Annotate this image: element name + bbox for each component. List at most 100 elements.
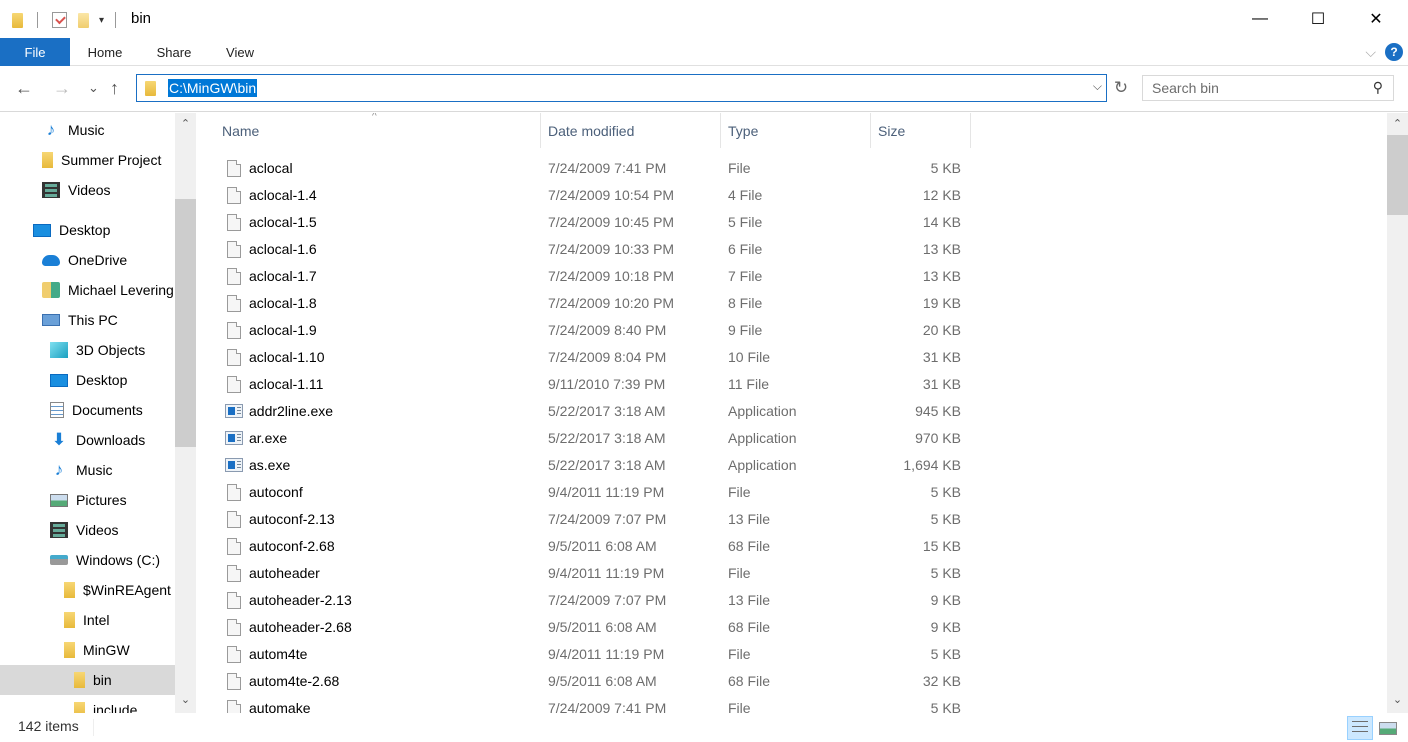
sidebar-item-summer-project[interactable]: Summer Project [0, 145, 175, 175]
column-header-type[interactable]: Type [721, 113, 871, 148]
file-icon [227, 673, 241, 690]
address-dropdown-icon[interactable]: ⌵ [1093, 79, 1102, 94]
file-row[interactable]: aclocal 7/24/2009 7:41 PM File 5 KB [196, 155, 976, 182]
sidebar-item-mingw[interactable]: MinGW [0, 635, 175, 665]
pictures-icon [50, 493, 68, 507]
sidebar-item-onedrive[interactable]: OneDrive [0, 245, 175, 275]
sidebar-item-windows-c[interactable]: Windows (C:) [0, 545, 175, 575]
file-row[interactable]: autom4te-2.68 9/5/2011 6:08 AM 68 File 32 K… [196, 668, 976, 695]
file-icon [227, 376, 241, 393]
file-date-modified: 5/22/2017 3:18 AM [548, 403, 666, 419]
file-size: 1,694 KB [903, 457, 961, 473]
maximize-button[interactable]: ☐ [1289, 0, 1347, 38]
back-button[interactable]: ← [15, 78, 33, 99]
file-row[interactable]: aclocal-1.7 7/24/2009 10:18 PM 7 File 13 KB [196, 263, 976, 290]
forward-button[interactable]: → [53, 78, 71, 99]
file-row[interactable]: autoheader 9/4/2011 11:19 PM File 5 KB [196, 560, 976, 587]
tab-view[interactable]: View [218, 38, 262, 66]
sidebar-item-michael-levering[interactable]: Michael Levering [0, 275, 175, 305]
up-button[interactable]: ↑ [110, 78, 119, 99]
file-row[interactable]: aclocal-1.5 7/24/2009 10:45 PM 5 File 14 KB [196, 209, 976, 236]
properties-icon[interactable] [52, 12, 67, 28]
column-header-name[interactable]: Name ^ [196, 113, 541, 148]
sidebar-item-downloads[interactable]: ⬇ Downloads [0, 425, 175, 455]
search-icon[interactable]: ⚲ [1373, 79, 1383, 96]
scrollbar-thumb[interactable] [175, 199, 196, 447]
customize-quick-access-icon[interactable]: ▾ [99, 15, 104, 26]
file-row[interactable]: ar.exe 5/22/2017 3:18 AM Application 970 KB [196, 425, 976, 452]
recent-locations-button[interactable]: ⌄ [88, 80, 99, 96]
sidebar-item-documents[interactable]: Documents [0, 395, 175, 425]
file-row[interactable]: aclocal-1.6 7/24/2009 10:33 PM 6 File 13 KB [196, 236, 976, 263]
file-size: 5 KB [930, 484, 961, 500]
sidebar-item-desktop[interactable]: Desktop [0, 215, 175, 245]
file-size: 5 KB [930, 565, 961, 581]
file-date-modified: 5/22/2017 3:18 AM [548, 457, 666, 473]
sidebar-item-videos[interactable]: Videos [0, 175, 175, 205]
file-date-modified: 7/24/2009 10:45 PM [548, 214, 675, 230]
expand-ribbon-icon[interactable]: ⌵ [1365, 44, 1376, 61]
new-folder-icon[interactable] [78, 12, 89, 28]
column-header-size[interactable]: Size [871, 113, 971, 148]
sidebar-item-music[interactable]: ♪ Music [0, 115, 175, 145]
tab-home[interactable]: Home [80, 38, 130, 66]
sidebar-item-pictures[interactable]: Pictures [0, 485, 175, 515]
file-row[interactable]: addr2line.exe 5/22/2017 3:18 AM Applicatio… [196, 398, 976, 425]
scroll-down-icon[interactable]: ⌄ [175, 693, 196, 706]
minimize-button[interactable]: — [1231, 0, 1289, 38]
file-name: aclocal-1.6 [249, 241, 317, 257]
help-icon[interactable]: ? [1385, 43, 1403, 61]
address-path[interactable]: C:\MinGW\bin [168, 79, 258, 97]
file-row[interactable]: aclocal-1.10 7/24/2009 8:04 PM 10 File 31 K… [196, 344, 976, 371]
file-row[interactable]: aclocal-1.11 9/11/2010 7:39 PM 11 File 31 K… [196, 371, 976, 398]
sidebar-item-this-pc[interactable]: This PC [0, 305, 175, 335]
sidebar-item-3d-objects[interactable]: 3D Objects [0, 335, 175, 365]
scrollbar-thumb[interactable] [1387, 135, 1408, 215]
file-row[interactable]: autoheader-2.13 7/24/2009 7:07 PM 13 File 9… [196, 587, 976, 614]
file-row[interactable]: autoheader-2.68 9/5/2011 6:08 AM 68 File 9 … [196, 614, 976, 641]
sidebar-item-intel[interactable]: Intel [0, 605, 175, 635]
details-view-icon [1352, 721, 1368, 735]
sidebar-item-desktop[interactable]: Desktop [0, 365, 175, 395]
desktop-icon [50, 373, 68, 387]
sidebar-item-winreagent[interactable]: $WinREAgent [0, 575, 175, 605]
file-row[interactable]: autoconf 9/4/2011 11:19 PM File 5 KB [196, 479, 976, 506]
file-row[interactable]: aclocal-1.9 7/24/2009 8:40 PM 9 File 20 KB [196, 317, 976, 344]
file-row[interactable]: autoconf-2.68 9/5/2011 6:08 AM 68 File 15 K… [196, 533, 976, 560]
file-size: 5 KB [930, 700, 961, 713]
tab-share[interactable]: Share [150, 38, 198, 66]
sidebar-item-bin[interactable]: bin [0, 665, 175, 695]
column-header-date[interactable]: Date modified [541, 113, 721, 148]
sidebar-item-music[interactable]: ♪ Music [0, 455, 175, 485]
folder-icon [145, 80, 156, 96]
file-type: 7 File [728, 268, 763, 284]
scroll-up-icon[interactable]: ⌃ [175, 117, 196, 130]
folder-icon [42, 152, 53, 168]
details-view-button[interactable] [1347, 716, 1373, 740]
file-row[interactable]: as.exe 5/22/2017 3:18 AM Application 1,694 … [196, 452, 976, 479]
file-row[interactable]: autoconf-2.13 7/24/2009 7:07 PM 13 File 5 K… [196, 506, 976, 533]
large-icons-view-button[interactable] [1375, 716, 1401, 740]
file-size: 31 KB [922, 376, 961, 392]
search-input[interactable] [1143, 80, 1363, 96]
sidebar-item-videos[interactable]: Videos [0, 515, 175, 545]
close-button[interactable]: ✕ [1347, 0, 1405, 38]
file-row[interactable]: autom4te 9/4/2011 11:19 PM File 5 KB [196, 641, 976, 668]
scroll-up-icon[interactable]: ⌃ [1387, 117, 1408, 130]
scroll-down-icon[interactable]: ⌄ [1387, 693, 1408, 706]
file-list-scrollbar[interactable]: ⌃ ⌄ [1387, 113, 1408, 713]
search-box[interactable]: ⚲ [1142, 75, 1394, 101]
nav-pane-scrollbar[interactable]: ⌃ ⌄ [175, 113, 196, 713]
file-row[interactable]: aclocal-1.8 7/24/2009 10:20 PM 8 File 19 KB [196, 290, 976, 317]
sidebar-item-include[interactable]: include [0, 695, 175, 713]
address-bar[interactable]: C:\MinGW\bin ⌵ [136, 74, 1107, 102]
file-date-modified: 7/24/2009 10:18 PM [548, 268, 675, 284]
file-row[interactable]: aclocal-1.4 7/24/2009 10:54 PM 4 File 12 KB [196, 182, 976, 209]
file-type: 68 File [728, 673, 771, 689]
refresh-button[interactable]: ↻ [1108, 74, 1134, 102]
file-type: Application [728, 430, 797, 446]
file-icon [227, 700, 241, 713]
file-row[interactable]: automake 7/24/2009 7:41 PM File 5 KB [196, 695, 976, 713]
tab-file[interactable]: File [0, 38, 70, 66]
file-type: File [728, 700, 751, 713]
